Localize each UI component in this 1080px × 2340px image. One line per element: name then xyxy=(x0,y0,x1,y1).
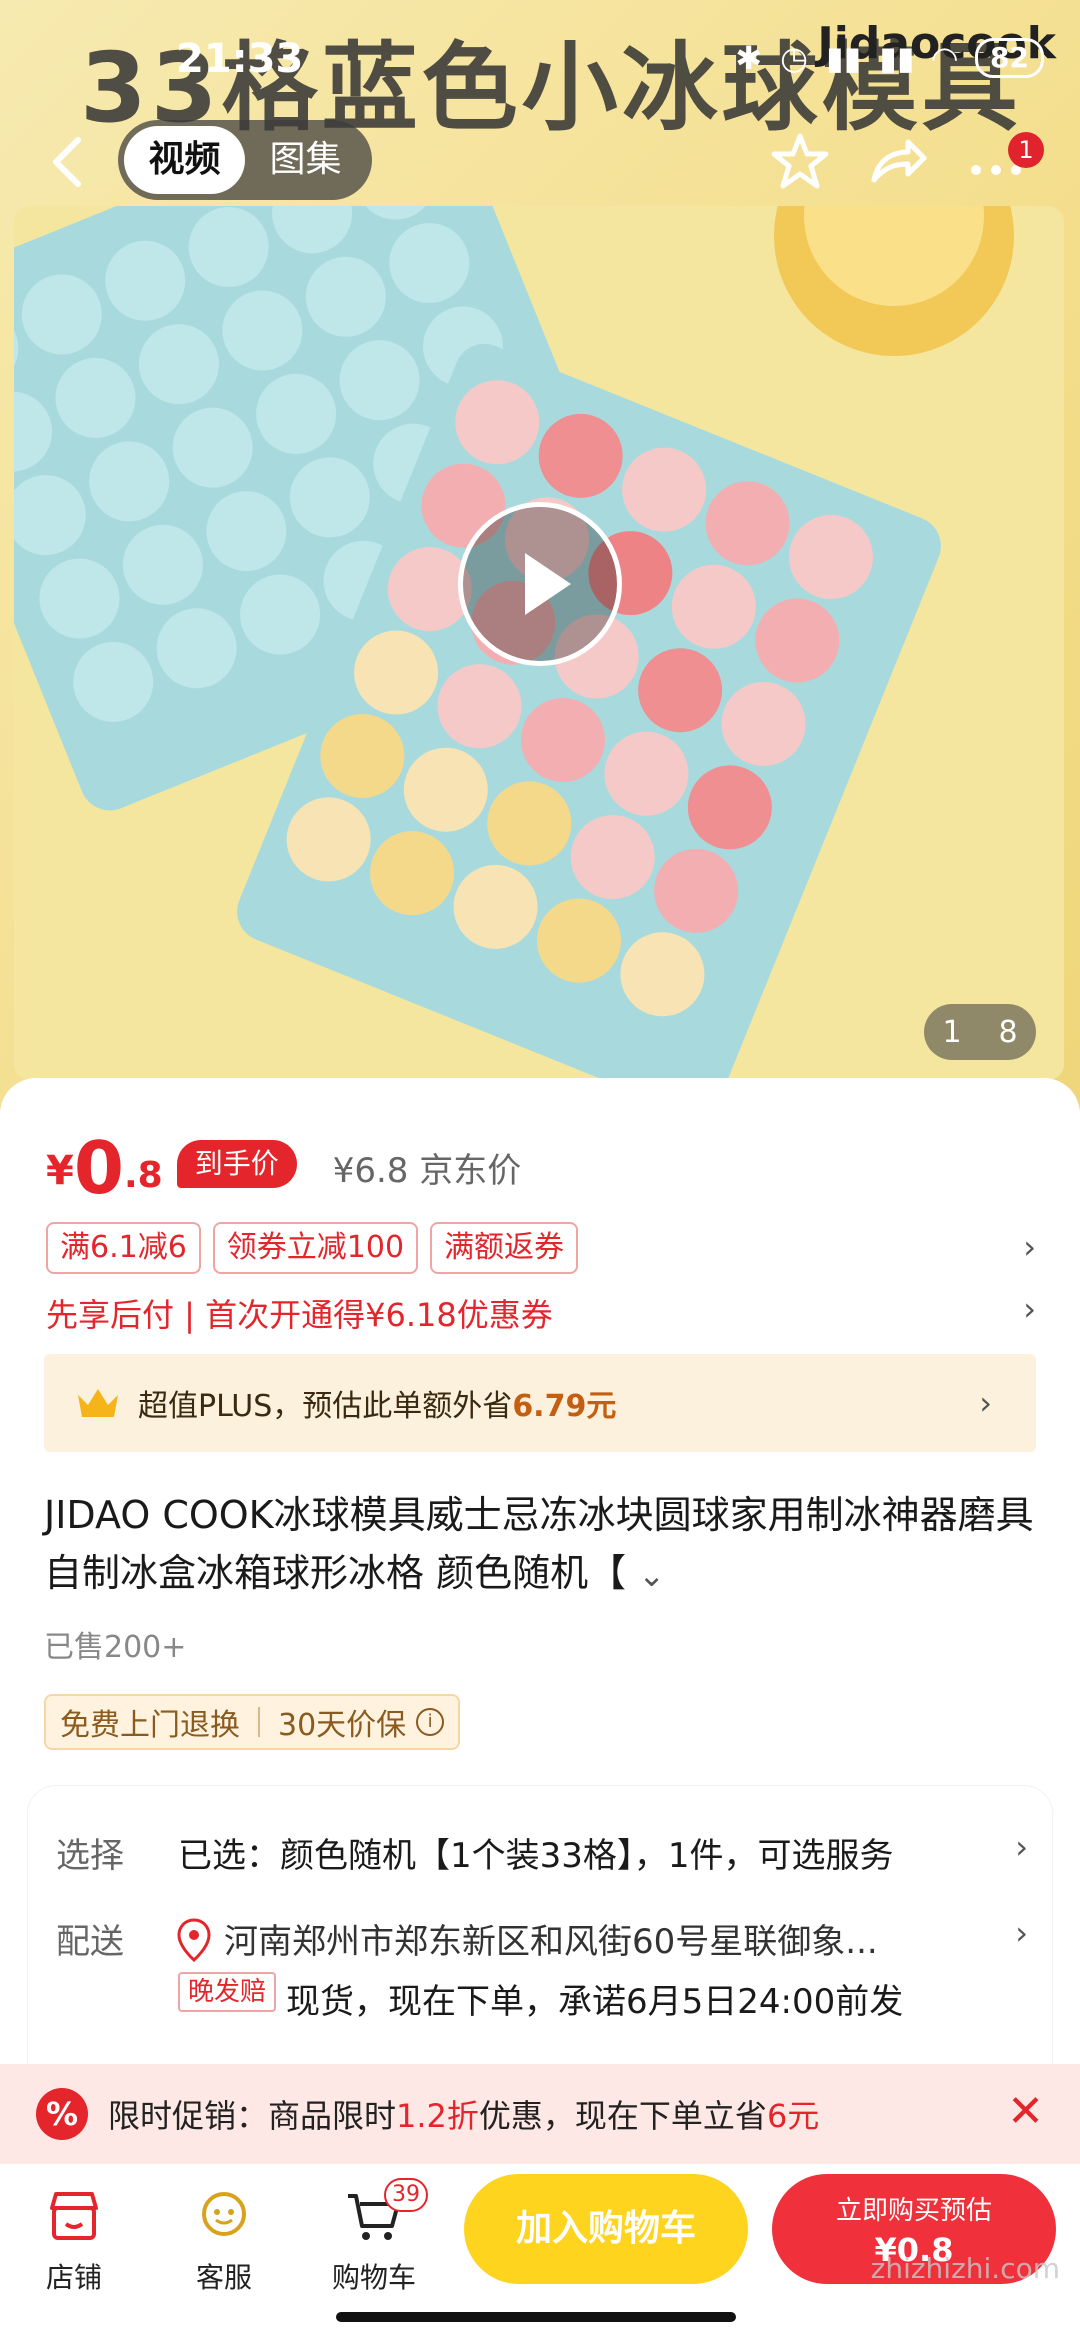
coupon-tag[interactable]: 满6.1减6 xyxy=(46,1222,201,1274)
cart-button[interactable]: 39 购物车 xyxy=(314,2178,434,2296)
chevron-right-icon[interactable]: › xyxy=(1023,1228,1036,1266)
alarm-icon: ◷ xyxy=(780,39,808,77)
chevron-right-icon[interactable]: › xyxy=(1015,1828,1028,1866)
customer-service-label: 客服 xyxy=(195,2261,252,2294)
wifi-icon: ◠ xyxy=(932,39,958,77)
original-price: ¥6.8 京东价 xyxy=(332,1151,522,1191)
location-pin-icon xyxy=(177,1918,211,1962)
status-time: 21:33 xyxy=(176,36,304,82)
watermark-text: zhizhizhi.com xyxy=(870,2252,1060,2285)
play-icon xyxy=(525,553,571,615)
shop-icon xyxy=(50,2192,98,2240)
delivery-label: 配送 xyxy=(56,1922,124,1962)
promo-banner[interactable]: % 限时促销：商品限时1.2折优惠，现在下单立省6元 ✕ xyxy=(0,2064,1080,2164)
price-protect-tag: 30天价保 xyxy=(278,1708,407,1743)
percent-icon: % xyxy=(36,2088,88,2140)
shop-label: 店铺 xyxy=(45,2261,102,2294)
shop-button[interactable]: 店铺 xyxy=(14,2184,134,2296)
pay-later-offer[interactable]: 先享后付 | 首次开通得¥6.18优惠券 xyxy=(46,1290,553,1336)
coupon-row[interactable]: 满6.1减6 领券立减100 满额返券 xyxy=(46,1222,579,1274)
top-nav: 视频 图集 1 xyxy=(0,118,1080,210)
chevron-right-icon: › xyxy=(979,1384,992,1422)
back-icon[interactable] xyxy=(44,132,94,192)
image-counter: 1 8 xyxy=(924,1004,1036,1060)
customer-service-button[interactable]: 客服 xyxy=(164,2184,284,2296)
price-currency: ¥ xyxy=(46,1148,74,1194)
plus-membership-bar[interactable]: 超值PLUS，预估此单额外省6.79元 › xyxy=(44,1354,1036,1452)
customer-service-icon xyxy=(202,2192,246,2236)
more-menu-button[interactable]: 1 xyxy=(964,130,1056,194)
coupon-tag[interactable]: 领券立减100 xyxy=(212,1222,419,1274)
final-price-tag: 到手价 xyxy=(176,1140,297,1188)
crown-icon xyxy=(78,1389,118,1417)
star-icon[interactable] xyxy=(768,130,832,194)
service-guarantees[interactable]: 免费上门退换 30天价保 i xyxy=(44,1694,461,1750)
tab-video[interactable]: 视频 xyxy=(124,126,245,194)
add-to-cart-button[interactable]: 加入购物车 xyxy=(464,2174,748,2284)
price-integer: 0 xyxy=(73,1126,124,1210)
select-label: 选择 xyxy=(56,1836,124,1876)
chevron-right-icon[interactable]: › xyxy=(1015,1914,1028,1952)
selected-variant[interactable]: 已选：颜色随机【1个装33格】，1件，可选服务 xyxy=(178,1828,894,1877)
status-icons: ✱ ◷ ▮▮ ▮▮ ◠ 82 xyxy=(735,38,1044,78)
promo-discount: 1.2折 xyxy=(396,2097,479,2135)
image-total: 8 xyxy=(998,1014,1018,1050)
play-video-button[interactable] xyxy=(458,502,622,666)
divider xyxy=(258,1707,260,1737)
tab-gallery[interactable]: 图集 xyxy=(245,126,366,194)
sold-count: 已售200+ xyxy=(44,1630,187,1665)
notification-badge: 1 xyxy=(1008,132,1044,168)
home-indicator[interactable] xyxy=(336,2312,736,2322)
cart-count-badge: 39 xyxy=(384,2178,428,2212)
status-bar: 21:33 ✱ ◷ ▮▮ ▮▮ ◠ 82 xyxy=(0,0,1080,120)
coupon-tag[interactable]: 满额返券 xyxy=(430,1222,579,1274)
info-icon[interactable]: i xyxy=(416,1708,445,1736)
price-decimal: .8 xyxy=(123,1155,163,1196)
close-icon[interactable]: ✕ xyxy=(1007,2088,1044,2136)
buy-now-label: 立即购买预估 xyxy=(835,2196,992,2226)
price-row: ¥ 0 .8 到手价 ¥6.8 京东价 xyxy=(46,1132,521,1204)
cart-label: 购物车 xyxy=(331,2261,416,2294)
delivery-promise: 现货，现在下单，承诺6月5日24:00前发 xyxy=(286,1982,904,2022)
late-compensation-tag: 晚发赔 xyxy=(178,1972,277,2012)
chevron-right-icon[interactable]: › xyxy=(1023,1290,1036,1328)
battery-indicator: 82 xyxy=(975,38,1044,78)
media-tab-switcher: 视频 图集 xyxy=(118,120,372,200)
plus-amount: 6.79元 xyxy=(512,1389,617,1424)
plus-text: 超值PLUS，预估此单额外省6.79元 xyxy=(138,1389,617,1424)
image-index: 1 xyxy=(942,1014,962,1050)
bluetooth-icon: ✱ xyxy=(735,39,763,77)
delivery-address[interactable]: 河南郑州市郑东新区和风街60号星联御象... xyxy=(224,1914,878,1963)
free-return-tag: 免费上门退换 xyxy=(60,1708,240,1743)
expand-title-icon[interactable]: ⌄ xyxy=(638,1556,665,1594)
product-title[interactable]: JIDAO COOK冰球模具威士忌冻冰块圆球家用制冰神器磨具自制冰盒冰箱球形冰格… xyxy=(44,1486,1044,1604)
share-icon[interactable] xyxy=(866,130,930,194)
signal-icon-2: ▮▮ xyxy=(879,39,915,77)
product-media[interactable]: 33格蓝色小冰球模具 Jidaocook 21:33 ✱ ◷ ▮▮ ▮▮ ◠ 8… xyxy=(0,0,1080,1110)
signal-icon: ▮▮ xyxy=(825,39,862,77)
promo-save: 6元 xyxy=(766,2097,820,2135)
promo-text: 限时促销：商品限时1.2折优惠，现在下单立省6元 xyxy=(108,2097,820,2135)
